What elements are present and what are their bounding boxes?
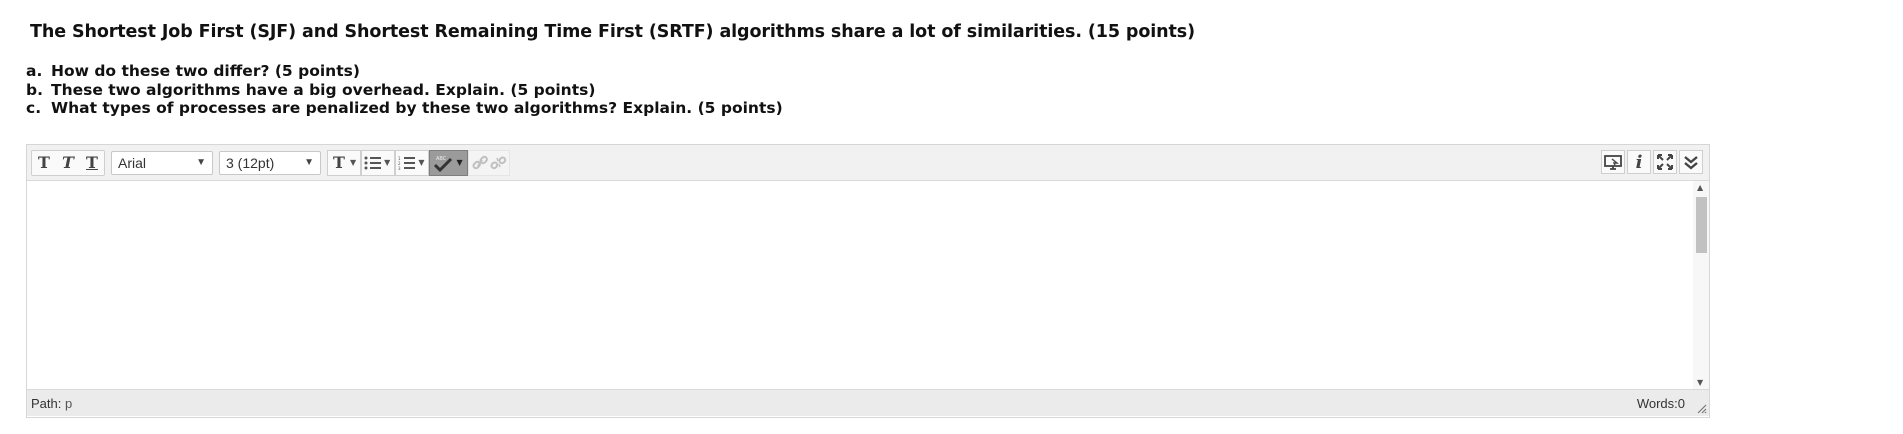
list-item: a. How do these two differ? (5 points) bbox=[26, 62, 783, 81]
part-text: What types of processes are penalized by… bbox=[51, 99, 783, 117]
path-value[interactable]: p bbox=[65, 396, 72, 411]
part-text: How do these two differ? (5 points) bbox=[51, 62, 360, 80]
bullet-list-button[interactable]: ▼ bbox=[361, 149, 396, 176]
fullscreen-icon[interactable] bbox=[1653, 150, 1677, 174]
info-icon[interactable]: i bbox=[1627, 150, 1651, 174]
numbered-list-icon: 123 bbox=[398, 156, 416, 170]
text-color-button[interactable]: T ▼ bbox=[327, 149, 362, 176]
font-family-value: Arial bbox=[118, 154, 147, 171]
scroll-up-icon[interactable]: ▲ bbox=[1697, 183, 1703, 192]
chevron-down-icon: ▼ bbox=[350, 158, 357, 167]
spellcheck-icon: ABC bbox=[434, 156, 453, 172]
numbered-list-button[interactable]: 123 ▼ bbox=[395, 149, 430, 176]
bold-icon[interactable]: T bbox=[32, 151, 56, 175]
editor-scrollbar[interactable]: ▲ ▼ bbox=[1693, 181, 1709, 389]
part-letter: c. bbox=[26, 99, 42, 117]
chevron-down-icon: ▼ bbox=[304, 157, 314, 168]
chevron-down-icon: ▼ bbox=[196, 157, 206, 168]
spellcheck-button[interactable]: ABC ▼ bbox=[429, 149, 468, 176]
underline-icon[interactable]: T bbox=[80, 151, 104, 175]
chevron-down-icon: ▼ bbox=[418, 158, 425, 167]
word-count: Words:0 bbox=[1636, 396, 1685, 411]
part-text: These two algorithms have a big overhead… bbox=[51, 80, 596, 99]
part-letter: b. bbox=[26, 80, 43, 99]
text-style-group: T T T bbox=[31, 149, 105, 176]
list-item: b. These two algorithms have a big overh… bbox=[26, 81, 783, 100]
question-parts: a. How do these two differ? (5 points) b… bbox=[26, 62, 783, 118]
unlink-icon bbox=[490, 155, 506, 169]
editor-right-tools: i bbox=[1601, 150, 1703, 174]
editor-toolbar: T T T Arial ▼ 3 (12pt) ▼ T ▼ ▼ 123 ▼ ABC bbox=[27, 145, 1709, 181]
svg-text:ABC: ABC bbox=[436, 156, 447, 162]
editor-statusbar: Path: p Words:0 bbox=[27, 389, 1709, 416]
path-label: Path: bbox=[31, 396, 62, 411]
link-icon bbox=[472, 155, 488, 169]
part-letter: a. bbox=[26, 62, 43, 80]
link-button[interactable] bbox=[467, 149, 510, 176]
element-path: Path: p bbox=[31, 396, 72, 411]
rich-text-editor: T T T Arial ▼ 3 (12pt) ▼ T ▼ ▼ 123 ▼ ABC bbox=[26, 144, 1710, 418]
svg-text:3: 3 bbox=[398, 166, 401, 170]
text-color-icon: T bbox=[333, 153, 345, 172]
chevron-down-icon: ▼ bbox=[384, 158, 391, 167]
scroll-down-icon[interactable]: ▼ bbox=[1697, 378, 1703, 387]
scroll-thumb[interactable] bbox=[1696, 197, 1707, 253]
resize-handle-icon[interactable] bbox=[1695, 402, 1707, 414]
more-icon[interactable] bbox=[1679, 150, 1703, 174]
italic-icon[interactable]: T bbox=[56, 151, 80, 175]
bullet-list-icon bbox=[364, 156, 382, 169]
font-family-select[interactable]: Arial ▼ bbox=[111, 150, 213, 175]
font-size-select[interactable]: 3 (12pt) ▼ bbox=[219, 150, 321, 175]
question-title: The Shortest Job First (SJF) and Shortes… bbox=[30, 22, 1195, 42]
font-size-value: 3 (12pt) bbox=[226, 154, 275, 171]
chevron-down-icon: ▼ bbox=[456, 158, 463, 167]
editor-content-area[interactable]: ▲ ▼ bbox=[27, 181, 1709, 389]
preview-icon[interactable] bbox=[1601, 150, 1625, 174]
list-item: c. What types of processes are penalized… bbox=[26, 99, 783, 118]
